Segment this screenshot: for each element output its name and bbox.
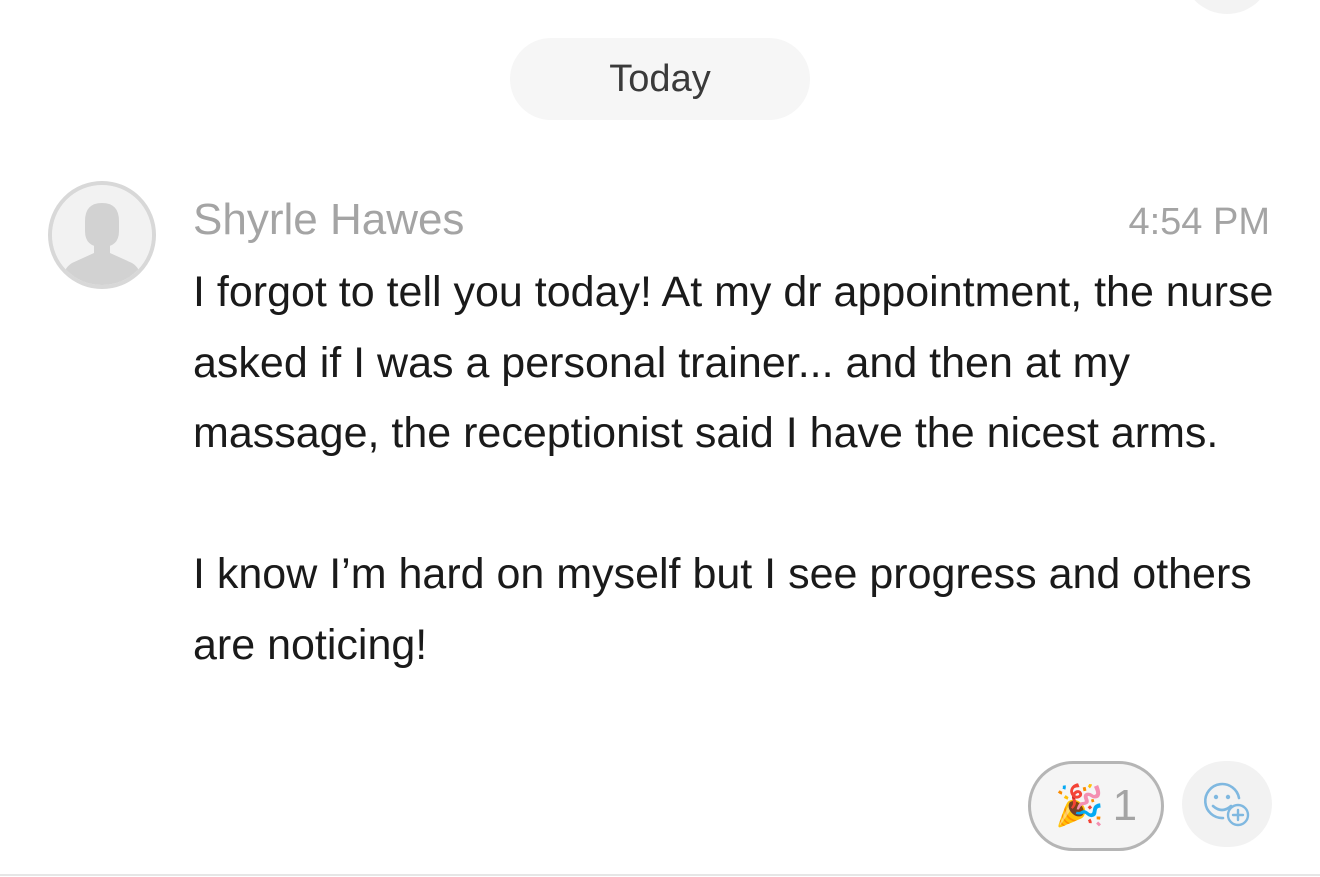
message-timestamp: 4:54 PM bbox=[1128, 201, 1270, 243]
message-paragraph: I forgot to tell you today! At my dr app… bbox=[193, 268, 1274, 457]
date-separator: Today bbox=[510, 38, 810, 120]
top-partial-button[interactable] bbox=[1182, 0, 1272, 14]
sender-avatar[interactable] bbox=[48, 181, 156, 289]
sender-name[interactable]: Shyrle Hawes bbox=[193, 194, 464, 246]
message-paragraph: I know I’m hard on myself but I see prog… bbox=[193, 550, 1252, 669]
chat-message: Shyrle Hawes 4:54 PM I forgot to tell yo… bbox=[0, 160, 1320, 860]
reaction-party-popper[interactable]: 🎉 1 bbox=[1028, 761, 1164, 851]
add-reaction-button[interactable] bbox=[1182, 761, 1272, 847]
date-separator-label: Today bbox=[609, 57, 711, 100]
reaction-count: 1 bbox=[1112, 781, 1138, 830]
message-body: I forgot to tell you today! At my dr app… bbox=[193, 257, 1283, 680]
default-user-avatar-icon bbox=[52, 185, 152, 285]
bottom-divider bbox=[0, 874, 1320, 876]
party-popper-icon: 🎉 bbox=[1054, 784, 1105, 828]
add-emoji-reaction-icon bbox=[1203, 782, 1250, 827]
